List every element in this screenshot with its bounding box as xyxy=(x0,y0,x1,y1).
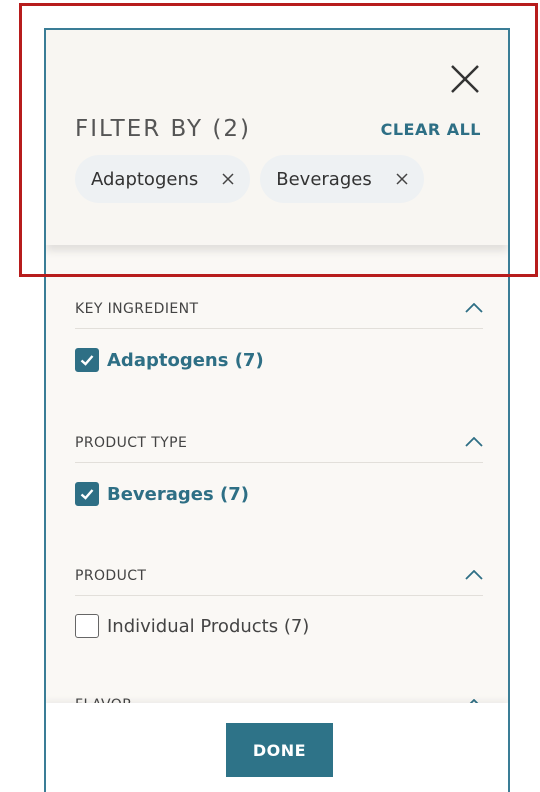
section-header[interactable]: PRODUCT TYPE xyxy=(75,423,483,463)
chip-label: Adaptogens xyxy=(91,168,199,190)
option-label: Individual Products (7) xyxy=(107,615,310,637)
chevron-up-icon xyxy=(465,303,483,313)
close-button[interactable] xyxy=(448,62,482,96)
checkmark-icon xyxy=(80,489,94,500)
filter-title: FILTER BY (2) xyxy=(75,116,251,142)
filter-header: FILTER BY (2) CLEAR ALL Adaptogens Bever… xyxy=(46,30,508,245)
section-header[interactable]: KEY INGREDIENT xyxy=(75,289,483,329)
clear-all-button[interactable]: CLEAR ALL xyxy=(381,120,481,139)
section-title: KEY INGREDIENT xyxy=(75,301,199,317)
filter-panel: FILTER BY (2) CLEAR ALL Adaptogens Bever… xyxy=(44,28,510,792)
checkmark-icon xyxy=(80,355,94,366)
option-adaptogens[interactable]: Adaptogens (7) xyxy=(75,348,264,372)
x-icon[interactable] xyxy=(396,173,408,185)
chip-label: Beverages xyxy=(276,168,372,190)
close-icon xyxy=(451,65,479,93)
x-icon[interactable] xyxy=(222,173,234,185)
section-title: PRODUCT xyxy=(75,568,147,584)
option-individual-products[interactable]: Individual Products (7) xyxy=(75,614,309,638)
section-product-type: PRODUCT TYPE Beverages (7) xyxy=(75,423,483,506)
chevron-up-icon xyxy=(465,437,483,447)
section-key-ingredient: KEY INGREDIENT Adaptogens (7) xyxy=(75,289,483,372)
checkbox[interactable] xyxy=(75,614,99,638)
section-product: PRODUCT Individual Products (7) xyxy=(75,556,483,638)
option-label: Beverages (7) xyxy=(107,483,249,505)
active-filter-chips: Adaptogens Beverages xyxy=(75,155,424,203)
done-button[interactable]: DONE xyxy=(226,723,333,777)
option-beverages[interactable]: Beverages (7) xyxy=(75,482,249,506)
checkbox[interactable] xyxy=(75,348,99,372)
checkbox[interactable] xyxy=(75,482,99,506)
section-title: PRODUCT TYPE xyxy=(75,435,188,451)
chevron-up-icon xyxy=(465,570,483,580)
chip-adaptogens[interactable]: Adaptogens xyxy=(75,155,251,203)
filter-footer: DONE xyxy=(46,703,508,792)
option-label: Adaptogens (7) xyxy=(107,349,264,371)
section-header[interactable]: PRODUCT xyxy=(75,556,483,596)
chip-beverages[interactable]: Beverages xyxy=(260,155,424,203)
